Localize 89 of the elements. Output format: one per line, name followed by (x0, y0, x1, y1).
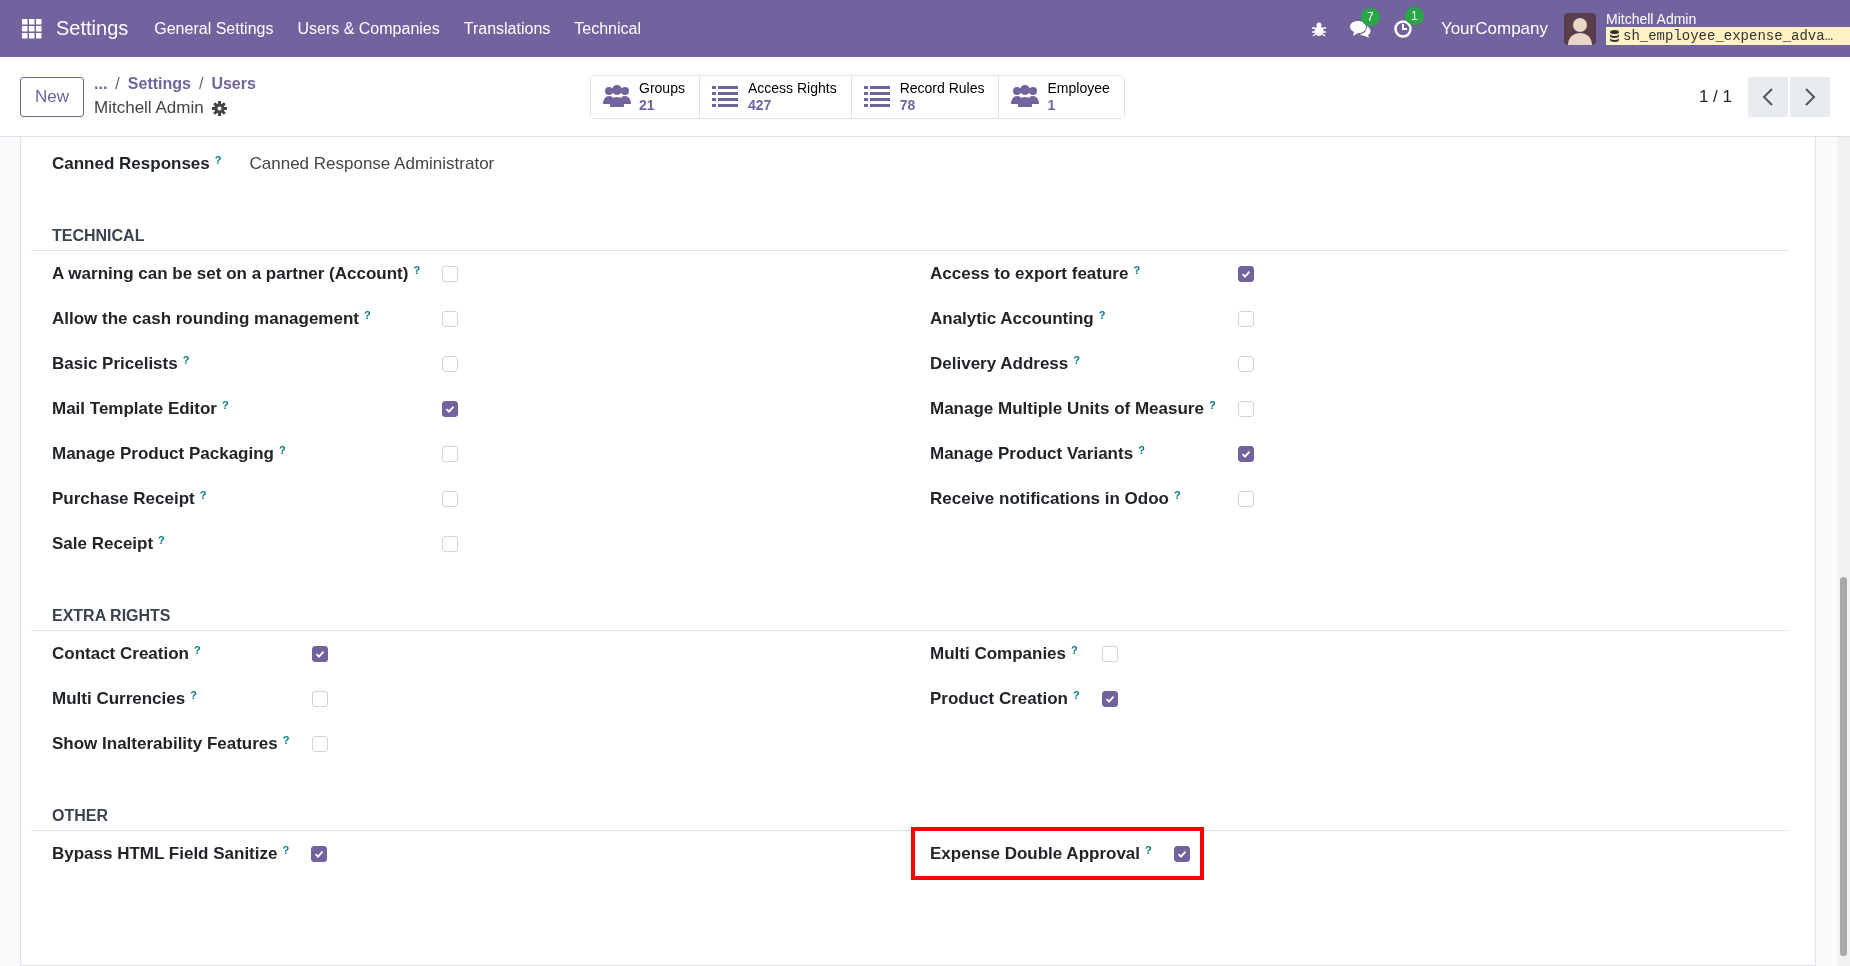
field-label: Bypass HTML Field Sanitize (52, 843, 278, 864)
clock-icon[interactable] (1392, 18, 1413, 39)
new-button[interactable]: New (20, 76, 84, 117)
checkbox[interactable] (1101, 690, 1118, 707)
section-title: TECHNICAL (31, 226, 1787, 251)
field-label: Canned Responses (52, 153, 210, 174)
field-label: Access to export feature (930, 263, 1129, 284)
field-label: Manage Product Variants (930, 443, 1134, 464)
company-name[interactable]: YourCompany (1440, 18, 1548, 39)
chevron-left-icon (1762, 87, 1774, 106)
menu-item[interactable]: Technical (574, 19, 641, 38)
field-label: Receive notifications in Odoo (930, 488, 1169, 509)
help-tooltip[interactable]: ? (1133, 263, 1141, 276)
breadcrumb-link[interactable]: Settings (127, 75, 191, 93)
app-name[interactable]: Settings (56, 17, 129, 40)
field-label: Basic Pricelists (52, 353, 178, 374)
help-tooltip[interactable]: ? (1174, 488, 1181, 501)
menu-item[interactable]: Translations (463, 19, 551, 38)
breadcrumb-link[interactable]: Users (211, 75, 256, 93)
list-icon (863, 85, 892, 108)
user-name[interactable]: Mitchell Admin (1606, 12, 1850, 27)
section-title: OTHER (31, 806, 1787, 831)
help-tooltip[interactable]: ? (199, 488, 207, 501)
help-tooltip[interactable]: ? (193, 643, 201, 656)
list-icon (711, 85, 740, 108)
breadcrumb-separator: / (115, 75, 120, 93)
record-name: Mitchell Admin (94, 98, 204, 118)
help-tooltip[interactable]: ? (1138, 443, 1145, 456)
help-tooltip[interactable]: ? (1098, 308, 1106, 321)
field-label: Delivery Address (930, 353, 1069, 374)
help-tooltip[interactable]: ? (158, 533, 165, 546)
section-title: EXTRA RIGHTS (31, 606, 1787, 631)
previous-button[interactable] (1748, 76, 1788, 117)
apps-menu-icon[interactable] (22, 18, 42, 39)
field-label: Manage Product Packaging (52, 443, 274, 464)
menu-item[interactable]: General Settings (154, 19, 274, 38)
checkbox[interactable] (442, 400, 459, 417)
help-tooltip[interactable]: ? (222, 398, 229, 411)
scrollbar[interactable] (1838, 137, 1850, 966)
help-tooltip[interactable]: ? (1073, 353, 1080, 366)
field-label: Product Creation (930, 688, 1068, 709)
help-tooltip[interactable]: ? (214, 153, 222, 166)
help-tooltip[interactable]: ? (279, 443, 286, 456)
field-label: Analytic Accounting (930, 308, 1094, 329)
smart-button[interactable]: Groups 21 (591, 75, 700, 118)
help-tooltip[interactable]: ? (364, 308, 371, 321)
chevron-right-icon (1804, 87, 1816, 106)
database-badge: sh_employee_expense_adva… (1606, 27, 1850, 45)
pager-value: 1 / 1 (1698, 86, 1732, 107)
help-tooltip[interactable]: ? (282, 843, 290, 856)
field-label: Purchase Receipt (52, 488, 195, 509)
field-label: Allow the cash rounding management (52, 308, 359, 329)
help-tooltip[interactable]: ? (190, 688, 197, 701)
field-label: Multi Companies (930, 643, 1066, 664)
users-icon (603, 85, 632, 108)
field-label: Mail Template Editor (52, 398, 217, 419)
field-label: Show Inalterability Features (52, 733, 278, 754)
user-avatar[interactable] (1564, 12, 1596, 45)
activity-count-badge: 1 (1404, 6, 1424, 25)
bug-icon[interactable] (1310, 20, 1327, 37)
help-tooltip[interactable]: ? (413, 263, 421, 276)
checkbox[interactable] (1173, 845, 1190, 862)
checkbox[interactable] (1237, 265, 1254, 282)
help-tooltip[interactable]: ? (1208, 398, 1216, 411)
menu-item[interactable]: Users & Companies (297, 19, 440, 38)
checkbox[interactable] (311, 645, 328, 662)
database-icon (1610, 30, 1619, 42)
field-label: Sale Receipt (52, 533, 154, 554)
field-label: Contact Creation (52, 643, 189, 664)
field-label: Multi Currencies (52, 688, 186, 709)
field-label: A warning can be set on a partner (Account) (52, 263, 409, 284)
chat-icon[interactable] (1348, 19, 1371, 38)
help-tooltip[interactable]: ? (1071, 643, 1078, 656)
help-tooltip[interactable]: ? (1145, 843, 1152, 856)
checkbox[interactable] (311, 845, 328, 862)
breadcrumb-separator: / (198, 75, 204, 93)
field-value: Canned Response Administrator (249, 153, 495, 174)
field-label: Expense Double Approval (930, 843, 1141, 864)
help-tooltip[interactable]: ? (182, 353, 190, 366)
gear-icon[interactable] (211, 100, 227, 116)
help-tooltip[interactable]: ? (1072, 688, 1080, 701)
users-icon (1011, 85, 1040, 108)
scrollbar-thumb[interactable] (1840, 577, 1847, 956)
message-count-badge: 7 (1360, 7, 1380, 26)
next-button[interactable] (1790, 76, 1830, 117)
checkbox[interactable] (1237, 445, 1254, 462)
help-tooltip[interactable]: ? (282, 733, 290, 746)
field-label: Manage Multiple Units of Measure (930, 398, 1204, 419)
breadcrumb-more[interactable]: ... (94, 75, 108, 93)
